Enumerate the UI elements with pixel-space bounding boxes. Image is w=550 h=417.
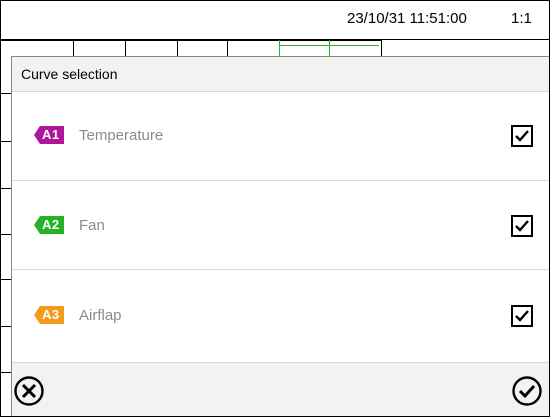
curve-label: Fan xyxy=(79,217,105,234)
dialog-title: Curve selection xyxy=(21,66,118,82)
confirm-button[interactable] xyxy=(511,375,543,407)
curve-label: Temperature xyxy=(79,127,164,144)
temperature-checkbox[interactable] xyxy=(511,125,533,147)
chart-tick xyxy=(177,40,178,56)
fan-checkbox[interactable] xyxy=(511,215,533,237)
chart-tick xyxy=(1,93,11,94)
dialog-header: Curve selection xyxy=(12,57,549,92)
airflap-checkbox[interactable] xyxy=(511,305,533,327)
chart-tick xyxy=(1,234,11,235)
curve-row-temperature[interactable]: A1 Temperature xyxy=(12,92,549,181)
chart-tick xyxy=(1,188,11,189)
chart-tick xyxy=(381,40,382,56)
curve-tag-label: A3 xyxy=(42,307,60,322)
curve-tag-a3: A3 xyxy=(34,306,64,324)
curve-label: Airflap xyxy=(79,307,122,324)
curve-row-airflap[interactable]: A3 Airflap xyxy=(12,270,549,361)
date-time: 23/10/31 11:51:00 xyxy=(347,10,467,27)
chart-tick xyxy=(1,141,11,142)
chart-tick xyxy=(125,40,126,56)
chart-grid-line xyxy=(1,40,381,41)
curve-selection-dialog: Curve selection A1 Temperature A2 Fan A3… xyxy=(11,56,549,416)
curve-tag-a1: A1 xyxy=(34,126,64,144)
circle-check-icon xyxy=(512,376,542,406)
chart-tick xyxy=(227,40,228,56)
chart-tick xyxy=(73,40,74,56)
status-bar: 23/10/31 11:51:00 1:1 xyxy=(1,1,549,40)
checkmark-icon xyxy=(515,220,529,232)
checkmark-icon xyxy=(515,310,529,322)
page-indicator: 1:1 xyxy=(511,10,532,27)
cancel-button[interactable] xyxy=(13,375,45,407)
curve-tag-a2: A2 xyxy=(34,216,64,234)
device-screen: 23/10/31 11:51:00 1:1 Curve selection A1… xyxy=(0,0,550,417)
checkmark-icon xyxy=(515,130,529,142)
circle-x-icon xyxy=(14,376,44,406)
chart-tick xyxy=(1,279,11,280)
curve-row-fan[interactable]: A2 Fan xyxy=(12,181,549,270)
chart-tick xyxy=(279,40,280,56)
chart-tick xyxy=(1,372,11,373)
dialog-footer xyxy=(12,362,549,416)
curve-tag-label: A1 xyxy=(42,127,60,142)
chart-tick xyxy=(1,326,11,327)
chart-tick xyxy=(329,40,330,56)
curve-tag-label: A2 xyxy=(42,217,60,232)
